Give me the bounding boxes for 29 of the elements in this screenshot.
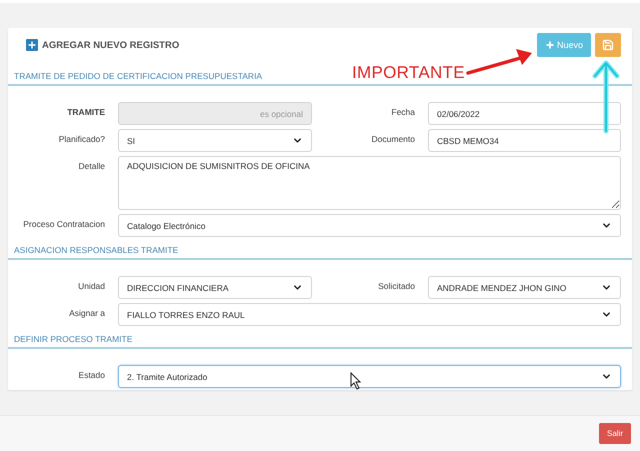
dropdown-field[interactable]: DIRECCION FINANCIERA xyxy=(118,276,312,299)
save-icon xyxy=(602,39,614,51)
form-title: AGREGAR NUEVO REGISTRO xyxy=(42,40,180,50)
section-heading: ASIGNACION RESPONSABLES TRAMITE xyxy=(8,245,632,260)
dropdown-field[interactable]: SI xyxy=(118,129,312,152)
field-label: Proceso Contratacion xyxy=(23,218,105,229)
date-field[interactable]: 02/06/2022 xyxy=(428,102,621,125)
plus-icon xyxy=(26,39,38,51)
field-label: Unidad xyxy=(78,280,105,291)
text-area[interactable]: ADQUISICION DE SUMISNITROS DE OFICINA xyxy=(118,156,621,210)
field-label: Planificado? xyxy=(58,133,105,144)
field-label: Detalle xyxy=(78,160,105,171)
field-label: Asignar a xyxy=(69,307,105,318)
annotation-text: IMPORTANTE xyxy=(352,63,465,83)
exit-button[interactable]: Salir xyxy=(598,423,631,444)
section-heading: DEFINIR PROCESO TRAMITE xyxy=(8,334,632,349)
field-label: TRAMITE xyxy=(67,106,105,117)
field-label: Documento xyxy=(372,133,415,144)
dropdown-field[interactable]: Catalogo Electrónico xyxy=(118,214,621,237)
plus-icon xyxy=(544,40,555,50)
annotation-arrow xyxy=(466,49,532,75)
dropdown-field[interactable]: FIALLO TORRES ENZO RAUL xyxy=(118,303,621,326)
save-button[interactable] xyxy=(595,33,621,57)
field-label: Fecha xyxy=(391,106,415,117)
field-label: Estado xyxy=(78,369,105,380)
field-label: Solicitado xyxy=(378,280,415,291)
dropdown-field[interactable]: 2. Tramite Autorizado xyxy=(118,365,621,388)
text-field[interactable]: CBSD MEMO34 xyxy=(428,129,621,152)
dropdown-field[interactable]: ANDRADE MENDEZ JHON GINO xyxy=(428,276,621,299)
